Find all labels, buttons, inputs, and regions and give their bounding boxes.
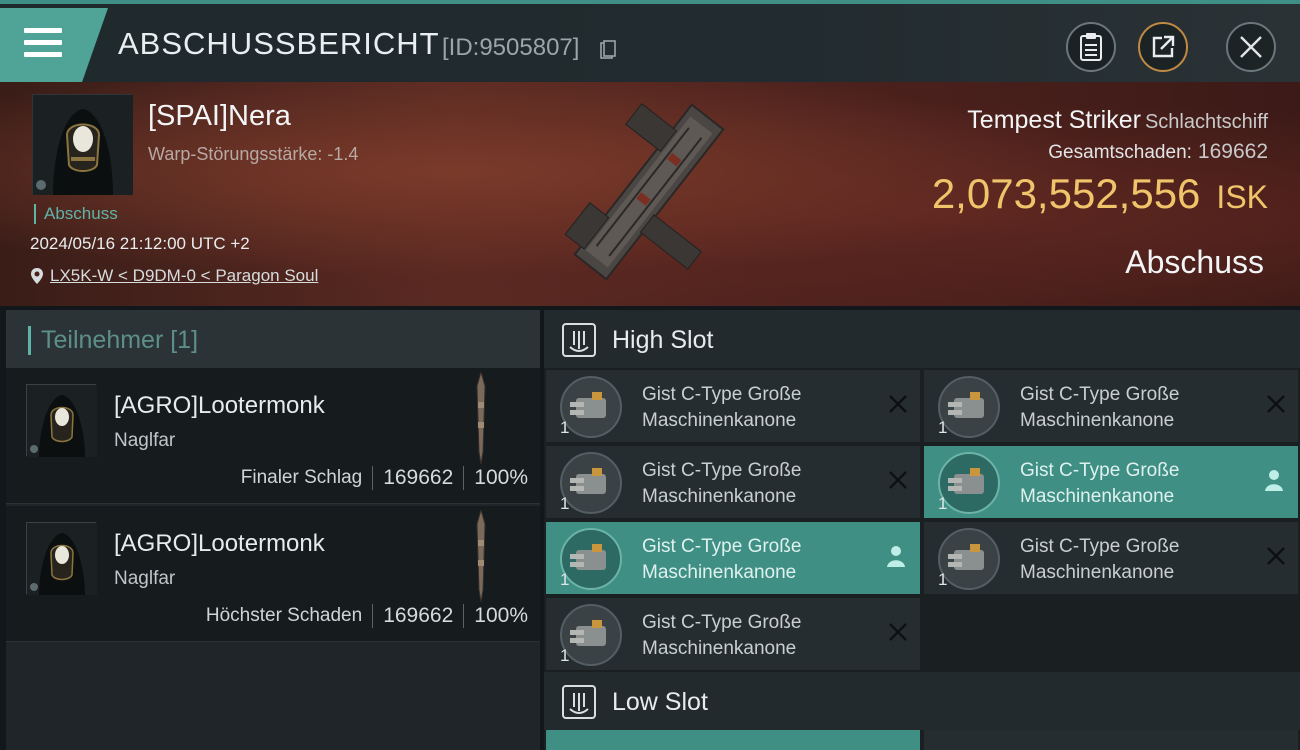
ship-class: Schlachtschiff <box>1144 111 1268 133</box>
kill-location[interactable]: LX5K-W < D9DM-0 < Paragon Soul <box>30 266 318 286</box>
weapon-icon <box>476 372 486 464</box>
warp-disruption: Warp-Störungsstärke: -1.4 <box>148 144 359 164</box>
pilot-avatar-icon <box>27 523 97 595</box>
participant-percent: 100% <box>474 604 528 627</box>
kill-type: Abschuss <box>1125 244 1264 280</box>
close-button[interactable] <box>1226 22 1276 72</box>
weapon-icon <box>476 510 486 602</box>
fitting-panel: High Slot 1 Gist C-Type Große Maschinenkan… <box>544 310 1300 750</box>
module-quantity: 1 <box>938 494 948 513</box>
destroyed-icon <box>889 471 907 489</box>
victim-portrait[interactable] <box>32 94 133 195</box>
module-name: Gist C-Type Große Maschinenkanone <box>642 536 802 583</box>
participant-name[interactable]: [AGRO]Lootermonk <box>114 392 325 420</box>
module-name: Gist C-Type Große Maschinenkanone <box>642 384 802 431</box>
participant-avatar[interactable] <box>26 384 97 457</box>
participant-stats: Höchster Schaden 169662 100% <box>206 604 528 628</box>
total-damage-value: 169662 <box>1197 140 1268 163</box>
high-slot-module[interactable]: 1 Gist C-Type Große Maschinenkanone <box>546 522 920 594</box>
page-title: ABSCHUSSBERICHT <box>118 26 440 61</box>
module-name: Gist C-Type Große Maschinenkanone <box>1020 536 1180 583</box>
participant-row[interactable]: [AGRO]Lootermonk Naglfar Finaler Schlag … <box>6 368 540 504</box>
participant-percent: 100% <box>474 466 528 489</box>
clipboard-icon <box>1080 33 1102 61</box>
module-quantity: 1 <box>938 418 948 437</box>
participant-row[interactable]: [AGRO]Lootermonk Naglfar Höchster Schade… <box>6 506 540 642</box>
participant-avatar[interactable] <box>26 522 97 595</box>
participants-label: Teilnehmer [1] <box>28 326 198 355</box>
pilot-avatar-icon <box>33 95 133 195</box>
share-icon <box>1152 35 1175 58</box>
hamburger-icon <box>24 28 62 58</box>
destroyed-icon <box>889 623 907 641</box>
low-slot-header: Low Slot <box>544 672 1300 730</box>
total-damage: Gesamtschaden: 169662 <box>1048 140 1268 164</box>
isk-amount: 2,073,552,556 <box>931 170 1201 217</box>
kill-tag: Abschuss <box>34 204 118 224</box>
close-icon <box>1240 36 1262 58</box>
module-name: Gist C-Type Große Maschinenkanone <box>642 612 802 659</box>
high-slot-label: High Slot <box>612 326 714 354</box>
participant-ship: Naglfar <box>114 430 176 451</box>
location-link[interactable]: LX5K-W < D9DM-0 < Paragon Soul <box>50 266 318 286</box>
module-name: Gist C-Type Große Maschinenkanone <box>1020 460 1180 507</box>
module-quantity: 1 <box>938 570 948 589</box>
ship-render <box>564 103 725 281</box>
high-slot-module[interactable]: 1 Gist C-Type Große Maschinenkanone <box>924 522 1298 594</box>
high-slot-icon <box>562 323 596 357</box>
participant-name[interactable]: [AGRO]Lootermonk <box>114 530 325 558</box>
ship-name: Tempest Striker Schlachtschiff <box>967 106 1268 135</box>
participants-header[interactable]: Teilnehmer [1] <box>6 310 540 368</box>
high-slot-header: High Slot <box>544 310 1300 368</box>
participant-ship: Naglfar <box>114 568 176 589</box>
kill-id: [ID:9505807] <box>442 34 580 61</box>
location-pin-icon <box>31 268 43 284</box>
pilot-avatar-icon <box>27 385 97 457</box>
total-damage-label: Gesamtschaden: <box>1048 142 1192 163</box>
menu-button[interactable] <box>0 8 108 82</box>
copy-icon[interactable] <box>600 40 616 60</box>
module-name: Gist C-Type Große Maschinenkanone <box>642 460 802 507</box>
module-quantity: 1 <box>560 494 570 513</box>
high-slot-module[interactable]: 1 Gist C-Type Große Maschinenkanone <box>546 370 920 442</box>
high-slot-module[interactable]: 1 Gist C-Type Große Maschinenkanone <box>546 598 920 670</box>
participant-role: Finaler Schlag <box>240 467 363 488</box>
low-slot-icon <box>562 685 596 719</box>
dropped-icon <box>887 546 905 567</box>
participant-stats: Finaler Schlag 169662 100% <box>241 466 528 490</box>
low-slot-module[interactable] <box>924 730 1298 750</box>
participant-damage: 169662 <box>383 604 454 627</box>
high-slot-module[interactable]: 1 Gist C-Type Große Maschinenkanone <box>924 446 1298 518</box>
victim-name[interactable]: [SPAI]Nera <box>148 100 291 133</box>
participant-damage: 169662 <box>383 466 454 489</box>
module-name: Gist C-Type Große Maschinenkanone <box>1020 384 1180 431</box>
module-quantity: 1 <box>560 570 570 589</box>
ship-type[interactable]: Tempest Striker <box>967 106 1141 134</box>
low-slot-label: Low Slot <box>612 688 708 716</box>
clipboard-button[interactable] <box>1066 22 1116 72</box>
high-slot-module[interactable]: 1 Gist C-Type Große Maschinenkanone <box>546 446 920 518</box>
destroyed-icon <box>889 395 907 413</box>
high-slot-module[interactable]: 1 Gist C-Type Große Maschinenkanone <box>924 370 1298 442</box>
participant-role: Höchster Schaden <box>205 605 363 626</box>
destroyed-icon <box>1267 547 1285 565</box>
share-button[interactable] <box>1138 22 1188 72</box>
low-slot-module[interactable] <box>546 730 920 750</box>
participants-panel: Teilnehmer [1] [AGRO]Lootermonk Naglfar … <box>6 310 540 750</box>
isk-unit: ISK <box>1216 179 1268 215</box>
module-quantity: 1 <box>560 646 570 665</box>
module-quantity: 1 <box>560 418 570 437</box>
isk-value: 2,073,552,556 ISK <box>932 170 1268 218</box>
dropped-icon <box>1265 470 1283 491</box>
destroyed-icon <box>1267 395 1285 413</box>
victim-banner: [SPAI]Nera Warp-Störungsstärke: -1.4 Abs… <box>0 82 1300 306</box>
top-bar: ABSCHUSSBERICHT [ID:9505807] <box>0 0 1300 82</box>
kill-datetime: 2024/05/16 21:12:00 UTC +2 <box>30 234 250 253</box>
